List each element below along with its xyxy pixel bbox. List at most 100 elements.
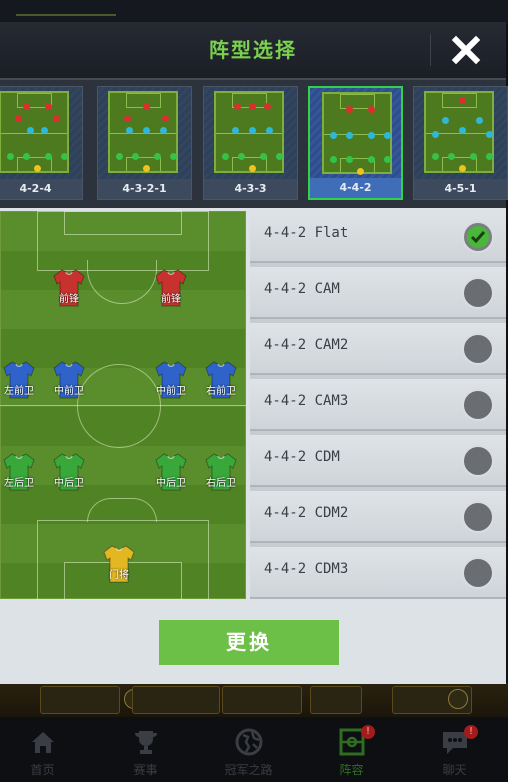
player-position-defender[interactable]: 左后卫 <box>0 452 39 496</box>
thumbnail-player-dot <box>162 115 169 122</box>
thumbnail-line <box>232 93 266 94</box>
player-position-defender[interactable]: 中后卫 <box>151 452 191 496</box>
thumbnail-player-dot <box>116 153 123 160</box>
formation-modal: 阵型选择 4-2-4 4-3-2-1 4-3-3 4-4-2 4-5-1 前锋 前锋 左前卫… <box>0 22 508 684</box>
thumbnail-player-dot <box>143 103 150 110</box>
thumbnail-line <box>17 93 18 107</box>
formation-thumbnail <box>424 91 494 173</box>
thumbnail-player-dot <box>276 153 283 160</box>
thumbnail-player-dot <box>346 132 353 139</box>
player-position-label: 中后卫 <box>54 478 84 489</box>
player-card[interactable] <box>132 686 220 714</box>
thumbnail-player-dot <box>459 97 466 104</box>
radio-checked[interactable] <box>462 221 494 253</box>
thumbnail-player-dot <box>222 153 229 160</box>
thumbnail-line <box>442 157 443 171</box>
formation-variant-item[interactable]: 4-4-2 CAM3 <box>250 379 506 431</box>
formation-variant-item[interactable]: 4-4-2 CDM2 <box>250 491 506 543</box>
formation-variant-item[interactable]: 4-4-2 CDM <box>250 435 506 487</box>
formation-variant-item[interactable]: 4-4-2 CAM2 <box>250 323 506 375</box>
formation-option-4-4-2[interactable]: 4-4-2 <box>308 86 403 200</box>
formation-pitch: 前锋 前锋 左前卫 中前卫 中前卫 右前卫 左后卫 中后卫 中后卫 右后卫 门将 <box>0 211 246 600</box>
thumbnail-player-dot <box>368 132 375 139</box>
radio-unchecked[interactable] <box>462 557 494 589</box>
thumbnail-player-dot <box>368 156 375 163</box>
globe-icon <box>235 728 263 756</box>
thumbnail-player-dot <box>249 127 256 134</box>
radio-unchecked[interactable] <box>462 333 494 365</box>
formation-label: 4-3-3 <box>204 179 297 199</box>
formation-option-4-3-3[interactable]: 4-3-3 <box>203 86 298 200</box>
nav-label: 赛事 <box>133 763 158 777</box>
formation-variant-item[interactable]: 4-4-2 CAM <box>250 267 506 319</box>
thumbnail-line <box>442 93 443 107</box>
thumbnail-player-dot <box>346 106 353 113</box>
nav-item-champion-road[interactable]: 冠军之路 <box>198 717 299 782</box>
thumbnail-line <box>476 93 477 107</box>
thumbnail-line <box>126 93 160 94</box>
variant-label: 4-4-2 CDM <box>264 449 340 465</box>
formation-label: 4-5-1 <box>414 179 507 199</box>
notification-badge: ! <box>464 725 478 739</box>
player-position-midfielder[interactable]: 中前卫 <box>49 360 89 404</box>
center-circle <box>77 364 161 448</box>
thumbnail-player-dot <box>249 165 256 172</box>
thumbnail-player-dot <box>61 153 68 160</box>
radio-unchecked[interactable] <box>462 445 494 477</box>
formation-thumbnail <box>108 91 178 173</box>
change-formation-button[interactable]: 更换 <box>159 620 339 665</box>
thumbnail-player-dot <box>34 165 41 172</box>
formation-thumbnail <box>322 92 392 175</box>
thumbnail-player-dot <box>260 153 267 160</box>
player-position-defender[interactable]: 中后卫 <box>49 452 89 496</box>
thumbnail-line <box>160 93 161 107</box>
formation-variant-list: 4-4-2 Flat 4-4-2 CAM 4-4-2 CAM2 4-4-2 CAM3 4… <box>250 211 506 599</box>
app-root: 首页 赛事 冠军之路 ! 阵容 ! 聊天 阵型选择 4-2-4 4-3-2-1 … <box>0 0 508 782</box>
nav-item-lineup[interactable]: ! 阵容 <box>301 717 402 782</box>
thumbnail-player-dot <box>442 117 449 124</box>
thumbnail-player-dot <box>330 156 337 163</box>
variant-label: 4-4-2 CAM2 <box>264 337 349 353</box>
player-position-midfielder[interactable]: 左前卫 <box>0 360 39 404</box>
thumbnail-player-dot <box>357 168 364 175</box>
thumbnail-player-dot <box>264 103 271 110</box>
nav-item-events[interactable]: 赛事 <box>95 717 196 782</box>
player-card[interactable] <box>310 686 362 714</box>
formation-option-4-3-2-1[interactable]: 4-3-2-1 <box>97 86 192 200</box>
thumbnail-player-dot <box>143 127 150 134</box>
thumbnail-player-dot <box>459 165 466 172</box>
thumbnail-player-dot <box>238 153 245 160</box>
radio-unchecked[interactable] <box>462 501 494 533</box>
notification-badge: ! <box>361 725 375 739</box>
thumbnail-player-dot <box>126 127 133 134</box>
formation-variant-item[interactable]: 4-4-2 Flat <box>250 211 506 263</box>
close-button[interactable] <box>446 32 486 68</box>
close-icon <box>451 35 481 65</box>
player-position-goalkeeper[interactable]: 门将 <box>99 544 139 588</box>
player-card[interactable] <box>222 686 302 714</box>
thumbnail-player-dot <box>249 103 256 110</box>
thumbnail-line <box>340 94 341 108</box>
radio-unchecked[interactable] <box>462 277 494 309</box>
bottom-penalty-arc <box>87 498 157 522</box>
player-position-defender[interactable]: 右后卫 <box>201 452 241 496</box>
player-position-midfielder[interactable]: 中前卫 <box>151 360 191 404</box>
formation-option-4-2-4[interactable]: 4-2-4 <box>0 86 83 200</box>
top-goal-box <box>64 211 182 235</box>
thumbnail-player-dot <box>486 131 493 138</box>
thumbnail-line <box>232 93 233 107</box>
player-position-forward[interactable]: 前锋 <box>49 268 89 312</box>
thumbnail-line <box>476 157 477 171</box>
formation-variant-item[interactable]: 4-4-2 CDM3 <box>250 547 506 599</box>
player-position-midfielder[interactable]: 右前卫 <box>201 360 241 404</box>
player-position-forward[interactable]: 前锋 <box>151 268 191 312</box>
nav-item-chat[interactable]: ! 聊天 <box>404 717 505 782</box>
formation-label: 4-4-2 <box>310 178 401 198</box>
thumbnail-player-dot <box>41 127 48 134</box>
formation-option-4-5-1[interactable]: 4-5-1 <box>413 86 508 200</box>
thumbnail-player-dot <box>470 153 477 160</box>
radio-unchecked[interactable] <box>462 389 494 421</box>
player-card[interactable] <box>40 686 120 714</box>
nav-item-home[interactable]: 首页 <box>0 717 93 782</box>
thumbnail-player-dot <box>346 156 353 163</box>
